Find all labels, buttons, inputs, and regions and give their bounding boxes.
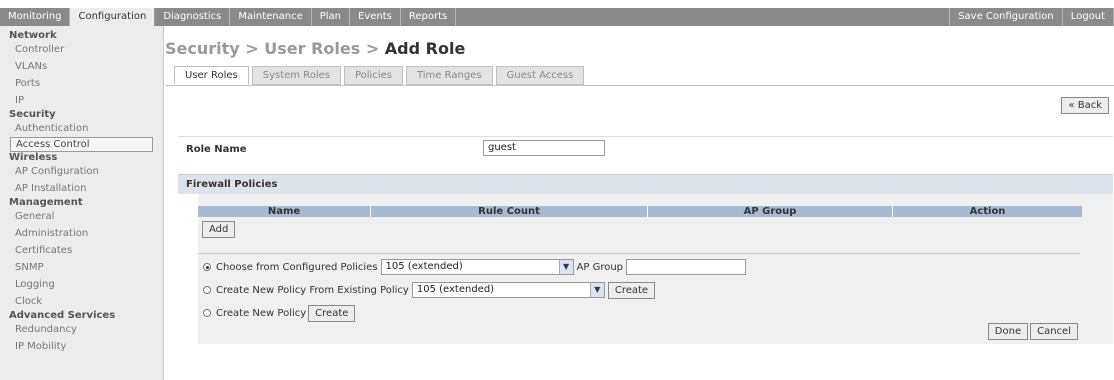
existing-policy-value: 105 (extended): [416, 284, 495, 295]
tab-reports[interactable]: Reports: [401, 8, 457, 26]
column-header-ap-group: AP Group: [743, 206, 797, 217]
tab-events[interactable]: Events: [350, 8, 401, 26]
configured-policy-select[interactable]: 105 (extended) ▼: [380, 259, 574, 275]
chevron-down-icon[interactable]: ▼: [558, 260, 573, 274]
option-create-from-existing: Create New Policy From Existing Policy 1…: [203, 281, 656, 299]
role-name-input[interactable]: guest: [483, 140, 605, 156]
role-tabs: User Roles System Roles Policies Time Ra…: [174, 66, 587, 85]
sidebar-item-administration[interactable]: Administration: [0, 225, 163, 242]
tab-monitoring[interactable]: Monitoring: [0, 8, 71, 26]
tab-divider: [166, 85, 1114, 86]
column-header-action: Action: [969, 206, 1006, 217]
sidebar-item-authentication[interactable]: Authentication: [0, 120, 163, 137]
create-from-existing-radio[interactable]: [203, 286, 211, 294]
sidebar-item-ports[interactable]: Ports: [0, 75, 163, 92]
tab-policies[interactable]: Policies: [343, 66, 403, 85]
sidebar-item-controller[interactable]: Controller: [0, 41, 163, 58]
existing-policy-select[interactable]: 105 (extended) ▼: [411, 282, 605, 298]
firewall-policies-header: Firewall Policies: [178, 174, 1113, 194]
tab-plan[interactable]: Plan: [312, 8, 351, 26]
create-new-label: Create New Policy: [216, 307, 307, 319]
options-divider: [198, 253, 1080, 254]
ap-group-input[interactable]: [626, 259, 747, 275]
sidebar-heading-wireless: Wireless: [9, 152, 58, 163]
column-header-rule-count: Rule Count: [478, 206, 540, 217]
sidebar-item-ip-mobility[interactable]: IP Mobility: [0, 338, 163, 355]
chevron-down-icon[interactable]: ▼: [589, 283, 604, 297]
tab-configuration[interactable]: Configuration: [70, 8, 156, 26]
create-new-radio[interactable]: [203, 309, 211, 317]
tab-guest-access[interactable]: Guest Access: [495, 66, 585, 85]
ap-group-label: AP Group: [576, 261, 624, 273]
sidebar-item-clock[interactable]: Clock: [0, 293, 163, 310]
sidebar-item-access-control[interactable]: Access Control: [10, 137, 153, 152]
page-title-current: Add Role: [384, 39, 466, 58]
top-navigation: Monitoring Configuration Diagnostics Mai…: [0, 8, 1114, 26]
tab-time-ranges[interactable]: Time Ranges: [405, 66, 493, 85]
sidebar-heading-network: Network: [9, 30, 57, 41]
tab-diagnostics[interactable]: Diagnostics: [155, 8, 231, 26]
page-title: Security > User Roles > Add Role: [165, 39, 465, 58]
save-configuration-button[interactable]: Save Configuration: [949, 8, 1063, 26]
sidebar-item-snmp[interactable]: SNMP: [0, 259, 163, 276]
sidebar-item-ap-installation[interactable]: AP Installation: [0, 180, 163, 197]
choose-configured-radio[interactable]: [203, 263, 211, 271]
sidebar-item-ap-configuration[interactable]: AP Configuration: [0, 163, 163, 180]
sidebar-item-logging[interactable]: Logging: [0, 276, 163, 293]
policies-table-header: Name Rule Count AP Group Action: [198, 206, 1082, 217]
sidebar-item-certificates[interactable]: Certificates: [0, 242, 163, 259]
sidebar-heading-management: Management: [9, 197, 83, 208]
sidebar: Network Controller VLANs Ports IP Securi…: [0, 26, 164, 380]
tab-maintenance[interactable]: Maintenance: [230, 8, 312, 26]
option-create-new: Create New Policy Create: [203, 304, 356, 322]
add-policy-button[interactable]: Add: [202, 221, 236, 238]
option-choose-configured: Choose from Configured Policies 105 (ext…: [203, 259, 747, 275]
choose-configured-label: Choose from Configured Policies: [216, 261, 378, 273]
configured-policy-value: 105 (extended): [385, 261, 463, 272]
logout-button[interactable]: Logout: [1063, 8, 1114, 26]
role-name-label: Role Name: [186, 144, 247, 155]
sidebar-item-redundancy[interactable]: Redundancy: [0, 321, 163, 338]
breadcrumb: Security > User Roles >: [165, 39, 385, 58]
back-button[interactable]: « Back: [1061, 97, 1109, 114]
sidebar-item-vlans[interactable]: VLANs: [0, 58, 163, 75]
sidebar-heading-advanced-services: Advanced Services: [9, 310, 116, 321]
create-from-existing-button[interactable]: Create: [607, 281, 656, 299]
done-button[interactable]: Done: [987, 323, 1029, 340]
form-actions: Done Cancel: [987, 323, 1078, 340]
create-from-existing-label: Create New Policy From Existing Policy: [216, 284, 409, 296]
firewall-policies-panel: Name Rule Count AP Group Action Add Choo…: [198, 194, 1113, 344]
role-name-row: Role Name guest: [178, 136, 1113, 160]
column-header-name: Name: [267, 206, 301, 217]
tab-user-roles[interactable]: User Roles: [174, 66, 249, 85]
firewall-policies-heading: Firewall Policies: [186, 179, 278, 190]
sidebar-item-ip[interactable]: IP: [0, 92, 163, 109]
sidebar-heading-security: Security: [9, 109, 56, 120]
sidebar-item-general[interactable]: General: [0, 208, 163, 225]
create-new-button[interactable]: Create: [308, 304, 356, 322]
tab-system-roles[interactable]: System Roles: [251, 66, 341, 85]
cancel-button[interactable]: Cancel: [1030, 323, 1078, 340]
